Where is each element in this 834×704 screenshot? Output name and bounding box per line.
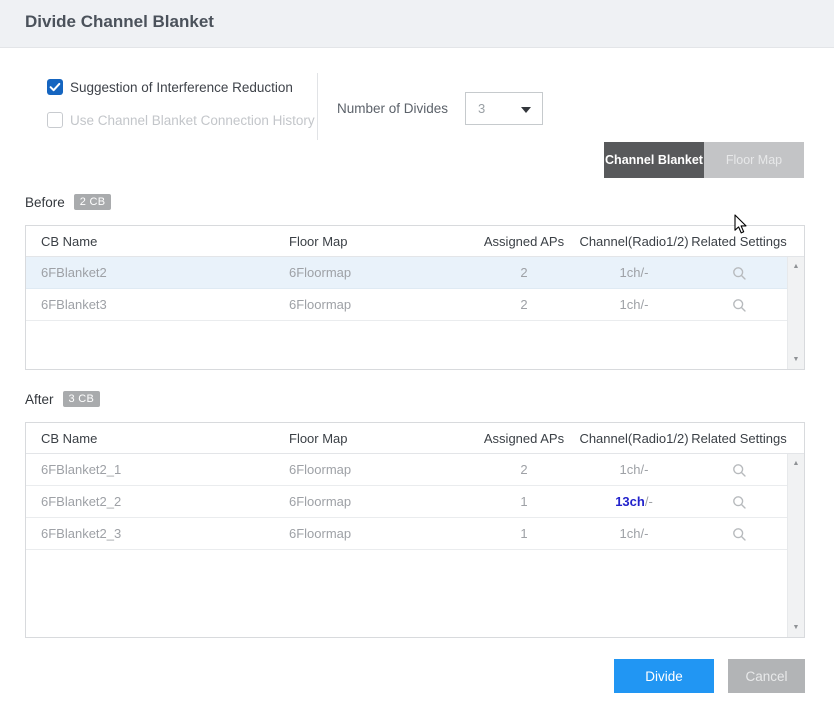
scroll-down-arrow[interactable]: ▼	[788, 624, 804, 631]
before-count-badge: 2 CB	[74, 194, 112, 210]
col-cb-name: CB Name	[26, 431, 274, 446]
scroll-down-arrow[interactable]: ▼	[788, 356, 804, 363]
assigned-aps-cell: 2	[469, 297, 579, 312]
number-of-divides-select[interactable]: 3	[465, 92, 543, 125]
tab-floor-map[interactable]: Floor Map	[704, 142, 804, 178]
table-row[interactable]: 6FBlanket2_36Floormap11ch/-	[26, 518, 804, 550]
floor-map-cell: 6Floormap	[274, 265, 469, 280]
scroll-up-arrow[interactable]: ▲	[788, 263, 804, 270]
cb-name-cell: 6FBlanket2_2	[26, 494, 274, 509]
magnifier-icon[interactable]	[732, 298, 747, 313]
floor-map-cell: 6Floormap	[274, 526, 469, 541]
table-row[interactable]: 6FBlanket36Floormap21ch/-	[26, 289, 804, 321]
assigned-aps-cell: 1	[469, 494, 579, 509]
col-channel: Channel(Radio1/2)	[579, 431, 689, 446]
col-cb-name: CB Name	[26, 234, 274, 249]
before-table-body: 6FBlanket26Floormap21ch/-6FBlanket36Floo…	[26, 257, 804, 369]
history-checkbox[interactable]	[47, 112, 63, 128]
magnifier-icon[interactable]	[732, 495, 747, 510]
cb-name-cell: 6FBlanket2_1	[26, 462, 274, 477]
scroll-up-arrow[interactable]: ▲	[788, 460, 804, 467]
floor-map-cell: 6Floormap	[274, 494, 469, 509]
before-table: CB Name Floor Map Assigned APs Channel(R…	[25, 225, 805, 370]
related-settings-cell	[689, 493, 789, 509]
before-table-header: CB Name Floor Map Assigned APs Channel(R…	[26, 226, 804, 257]
col-channel: Channel(Radio1/2)	[579, 234, 689, 249]
chevron-down-icon	[521, 107, 531, 113]
channel-cell: 1ch/-	[579, 297, 689, 312]
cb-name-cell: 6FBlanket2_3	[26, 526, 274, 541]
after-count-badge: 3 CB	[63, 391, 101, 407]
after-table-body: 6FBlanket2_16Floormap21ch/-6FBlanket2_26…	[26, 454, 804, 637]
table-row[interactable]: 6FBlanket2_16Floormap21ch/-	[26, 454, 804, 486]
number-of-divides-value: 3	[478, 101, 485, 116]
checkmark-icon	[47, 79, 63, 95]
channel-cell: 1ch/-	[579, 462, 689, 477]
interference-checkbox-row[interactable]: Suggestion of Interference Reduction	[47, 79, 293, 95]
history-checkbox-row: Use Channel Blanket Connection History	[47, 112, 315, 128]
dialog-header: Divide Channel Blanket	[0, 0, 834, 48]
view-toggle: Channel Blanket Floor Map	[604, 142, 804, 178]
page-title: Divide Channel Blanket	[25, 12, 214, 32]
channel-cell: 1ch/-	[579, 265, 689, 280]
magnifier-icon[interactable]	[732, 266, 747, 281]
cb-name-cell: 6FBlanket2	[26, 265, 274, 280]
after-table-scrollbar[interactable]: ▲ ▼	[787, 454, 804, 637]
after-table-header: CB Name Floor Map Assigned APs Channel(R…	[26, 423, 804, 454]
interference-checkbox[interactable]	[47, 79, 63, 95]
col-assigned-aps: Assigned APs	[469, 431, 579, 446]
magnifier-icon[interactable]	[732, 527, 747, 542]
channel-cell: 1ch/-	[579, 526, 689, 541]
assigned-aps-cell: 1	[469, 526, 579, 541]
related-settings-cell	[689, 461, 789, 477]
related-settings-cell	[689, 296, 789, 312]
assigned-aps-cell: 2	[469, 462, 579, 477]
after-label: After	[25, 392, 54, 407]
col-floor-map: Floor Map	[274, 234, 469, 249]
cb-name-cell: 6FBlanket3	[26, 297, 274, 312]
divide-button[interactable]: Divide	[614, 659, 714, 693]
floor-map-cell: 6Floormap	[274, 462, 469, 477]
number-of-divides-label: Number of Divides	[337, 101, 448, 116]
divide-channel-blanket-dialog: Divide Channel Blanket Suggestion of Int…	[0, 0, 834, 704]
after-section-label: After 3 CB	[25, 391, 100, 407]
cancel-button[interactable]: Cancel	[728, 659, 805, 693]
col-assigned-aps: Assigned APs	[469, 234, 579, 249]
channel-cell: 13ch/-	[579, 494, 689, 509]
magnifier-icon[interactable]	[732, 463, 747, 478]
after-table: CB Name Floor Map Assigned APs Channel(R…	[25, 422, 805, 638]
related-settings-cell	[689, 525, 789, 541]
before-section-label: Before 2 CB	[25, 194, 111, 210]
related-settings-cell	[689, 264, 789, 280]
table-row[interactable]: 6FBlanket2_26Floormap113ch/-	[26, 486, 804, 518]
col-related-settings: Related Settings	[689, 431, 789, 446]
assigned-aps-cell: 2	[469, 265, 579, 280]
before-label: Before	[25, 195, 65, 210]
tab-channel-blanket[interactable]: Channel Blanket	[604, 142, 704, 178]
floor-map-cell: 6Floormap	[274, 297, 469, 312]
col-related-settings: Related Settings	[689, 234, 789, 249]
options-divider	[317, 73, 318, 140]
table-row[interactable]: 6FBlanket26Floormap21ch/-	[26, 257, 804, 289]
history-checkbox-label: Use Channel Blanket Connection History	[70, 113, 315, 128]
col-floor-map: Floor Map	[274, 431, 469, 446]
before-table-scrollbar[interactable]: ▲ ▼	[787, 257, 804, 369]
interference-checkbox-label: Suggestion of Interference Reduction	[70, 80, 293, 95]
